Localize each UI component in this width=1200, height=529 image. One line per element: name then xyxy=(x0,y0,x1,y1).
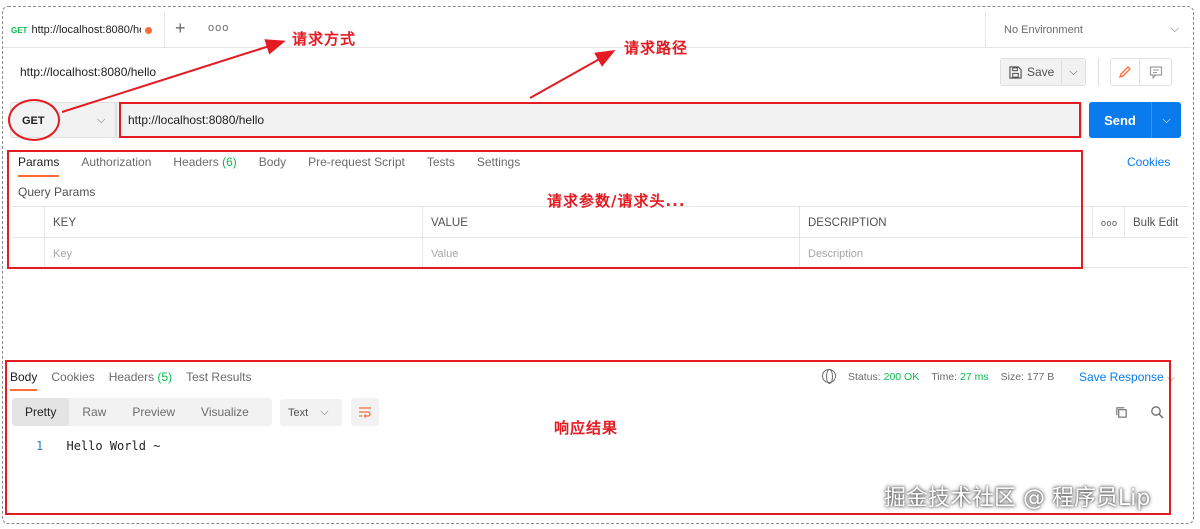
annotation-arrows xyxy=(61,39,616,113)
method-arrow xyxy=(61,39,286,113)
path-arrow xyxy=(529,50,616,99)
result-annotation: 响应结果 xyxy=(554,419,619,437)
method-annotation: 请求方式 xyxy=(292,30,357,48)
path-annotation: 请求路径 xyxy=(624,39,689,57)
watermark: 掘金技术社区 @ 程序员Lip xyxy=(884,486,1151,511)
params-annotation: 请求参数/请求头... xyxy=(547,192,686,210)
